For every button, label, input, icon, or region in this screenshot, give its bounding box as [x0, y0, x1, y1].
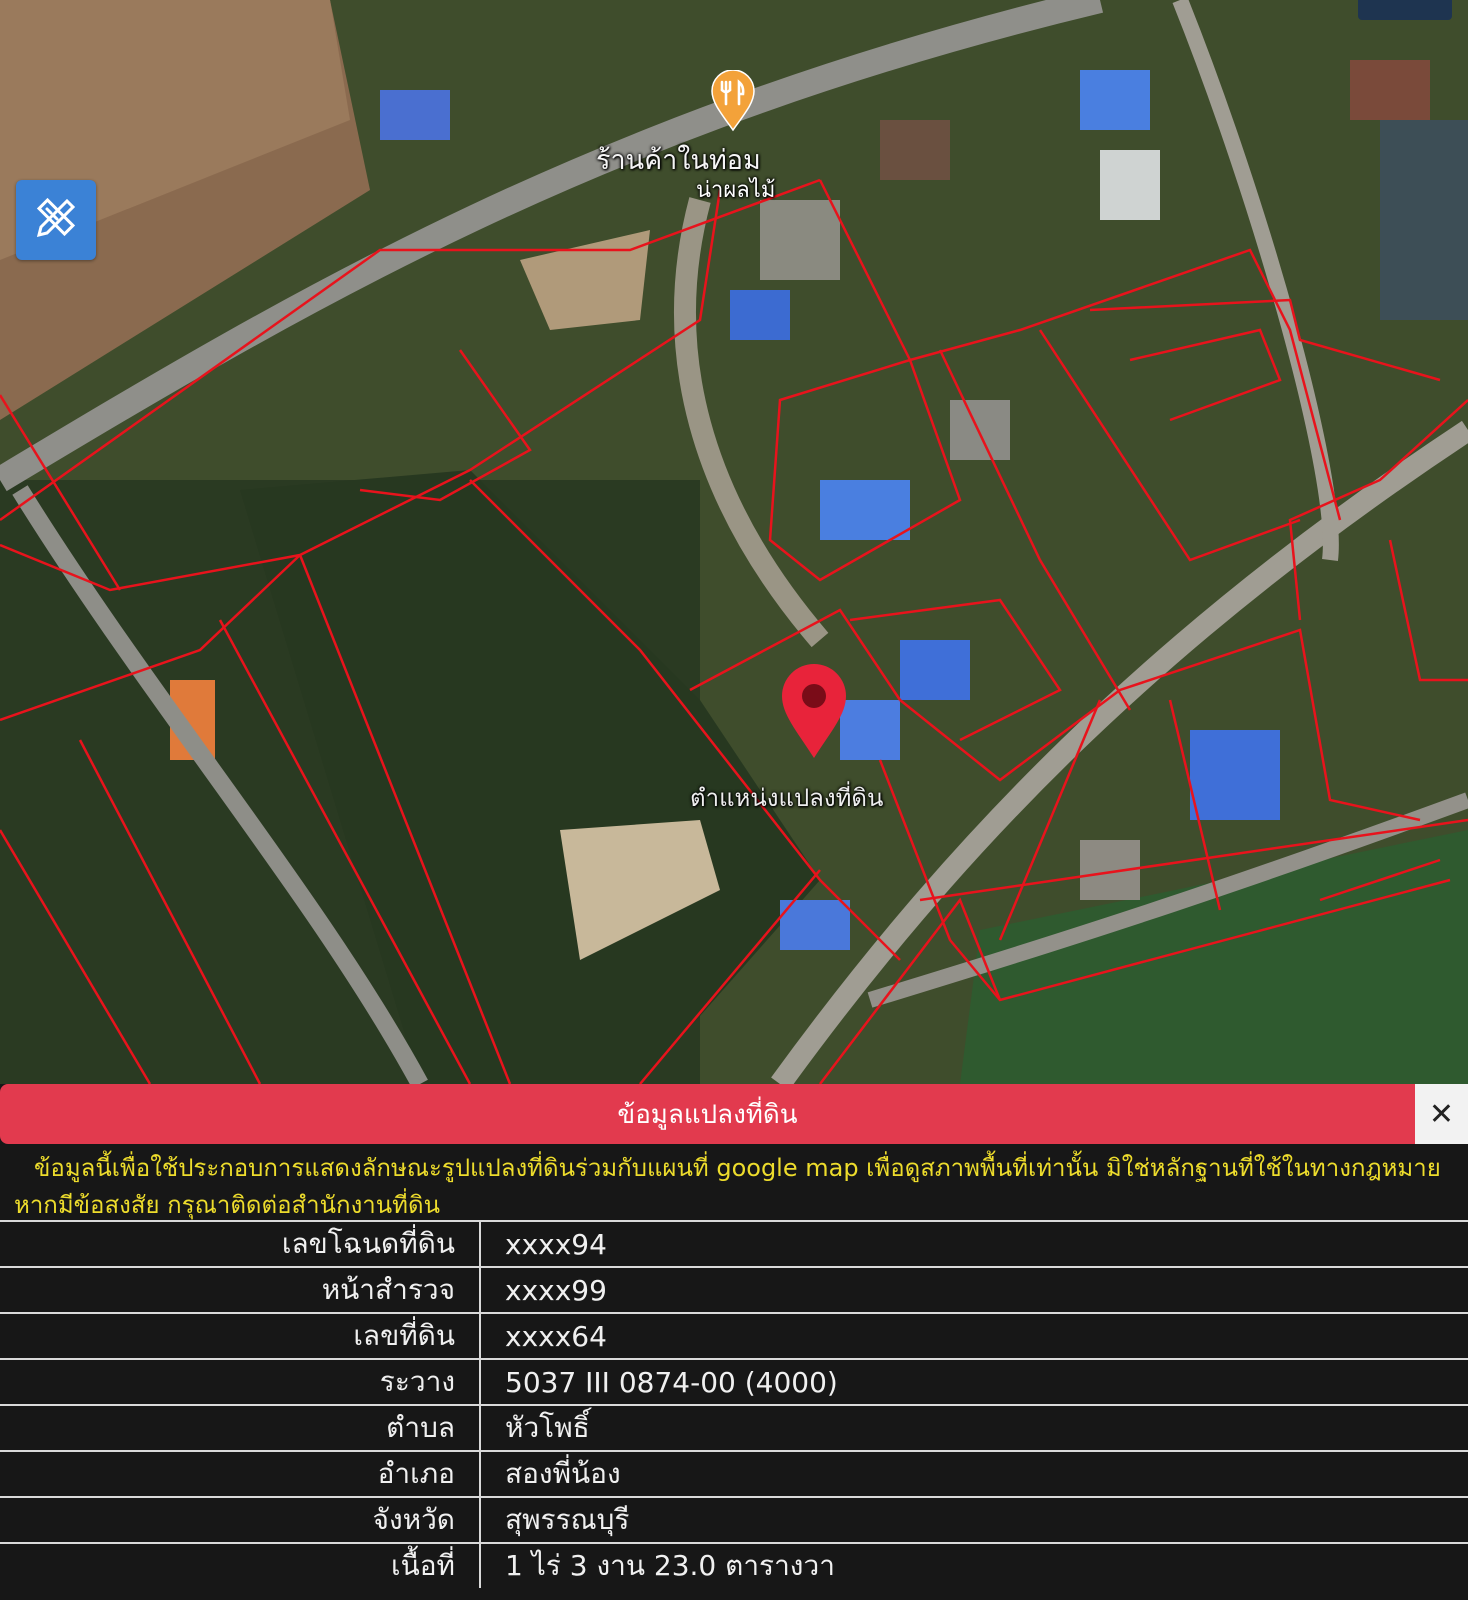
- table-row: เลขที่ดิน xxxx64: [0, 1312, 1468, 1359]
- row-label: เลขที่ดิน: [0, 1312, 481, 1359]
- row-value: xxxx99: [480, 1266, 1468, 1313]
- table-row: ระวาง 5037 III 0874-00 (4000): [0, 1358, 1468, 1405]
- row-label: อำเภอ: [0, 1450, 481, 1497]
- table-row: ตำบล หัวโพธิ์: [0, 1404, 1468, 1451]
- row-value: xxxx94: [480, 1220, 1468, 1267]
- restaurant-icon[interactable]: [710, 69, 756, 136]
- measure-tool-button[interactable]: [16, 180, 96, 260]
- disclaimer-line: ข้อมูลนี้เพื่อใช้ประกอบการแสดงลักษณะรูปแ…: [34, 1154, 1441, 1182]
- row-label: ระวาง: [0, 1358, 481, 1405]
- ruler-pencil-icon: [33, 195, 79, 245]
- disclaimer-contact-line: หากมีข้อสงสัย กรุณาติดต่อสำนักงานที่ดิน: [14, 1191, 440, 1219]
- map-layer-button[interactable]: [1358, 0, 1452, 20]
- row-label: จังหวัด: [0, 1496, 481, 1543]
- table-row: เนื้อที่ 1 ไร่ 3 งาน 23.0 ตารางวา: [0, 1542, 1468, 1588]
- row-value: สองพี่น้อง: [480, 1450, 1468, 1497]
- row-label: หน้าสำรวจ: [0, 1266, 481, 1313]
- row-value: หัวโพธิ์: [480, 1404, 1468, 1451]
- row-label: ตำบล: [0, 1404, 481, 1451]
- row-label: เนื้อที่: [0, 1542, 481, 1588]
- poi-sublabel: น่าผลไม้: [696, 178, 776, 203]
- table-row: จังหวัด สุพรรณบุรี: [0, 1496, 1468, 1543]
- table-row: หน้าสำรวจ xxxx99: [0, 1266, 1468, 1313]
- pin-label: ตำแหน่งแปลงที่ดิน: [690, 784, 884, 812]
- row-value: xxxx64: [480, 1312, 1468, 1359]
- land-info-table: เลขโฉนดที่ดิน xxxx94 หน้าสำรวจ xxxx99 เลขท…: [0, 1220, 1468, 1588]
- close-button[interactable]: ✕: [1415, 1084, 1468, 1144]
- land-info-panel: ข้อมูลแปลงที่ดิน ✕ ข้อมูลนี้เพื่อใช้ประก…: [0, 1084, 1468, 1600]
- close-icon: ✕: [1428, 1096, 1455, 1132]
- row-value: 1 ไร่ 3 งาน 23.0 ตารางวา: [480, 1542, 1468, 1588]
- location-pin-icon[interactable]: [780, 664, 848, 764]
- table-row: เลขโฉนดที่ดิน xxxx94: [0, 1220, 1468, 1267]
- table-row: อำเภอ สองพี่น้อง: [0, 1450, 1468, 1497]
- panel-title: ข้อมูลแปลงที่ดิน: [0, 1084, 1415, 1144]
- row-label: เลขโฉนดที่ดิน: [0, 1220, 481, 1267]
- row-value: สุพรรณบุรี: [480, 1496, 1468, 1543]
- row-value: 5037 III 0874-00 (4000): [480, 1358, 1468, 1405]
- satellite-map[interactable]: ร้านค้าในท่อม น่าผลไม้ ตำแหน่งแปลงที่ดิน: [0, 0, 1468, 1084]
- disclaimer-notice: ข้อมูลนี้เพื่อใช้ประกอบการแสดงลักษณะรูปแ…: [14, 1150, 1464, 1224]
